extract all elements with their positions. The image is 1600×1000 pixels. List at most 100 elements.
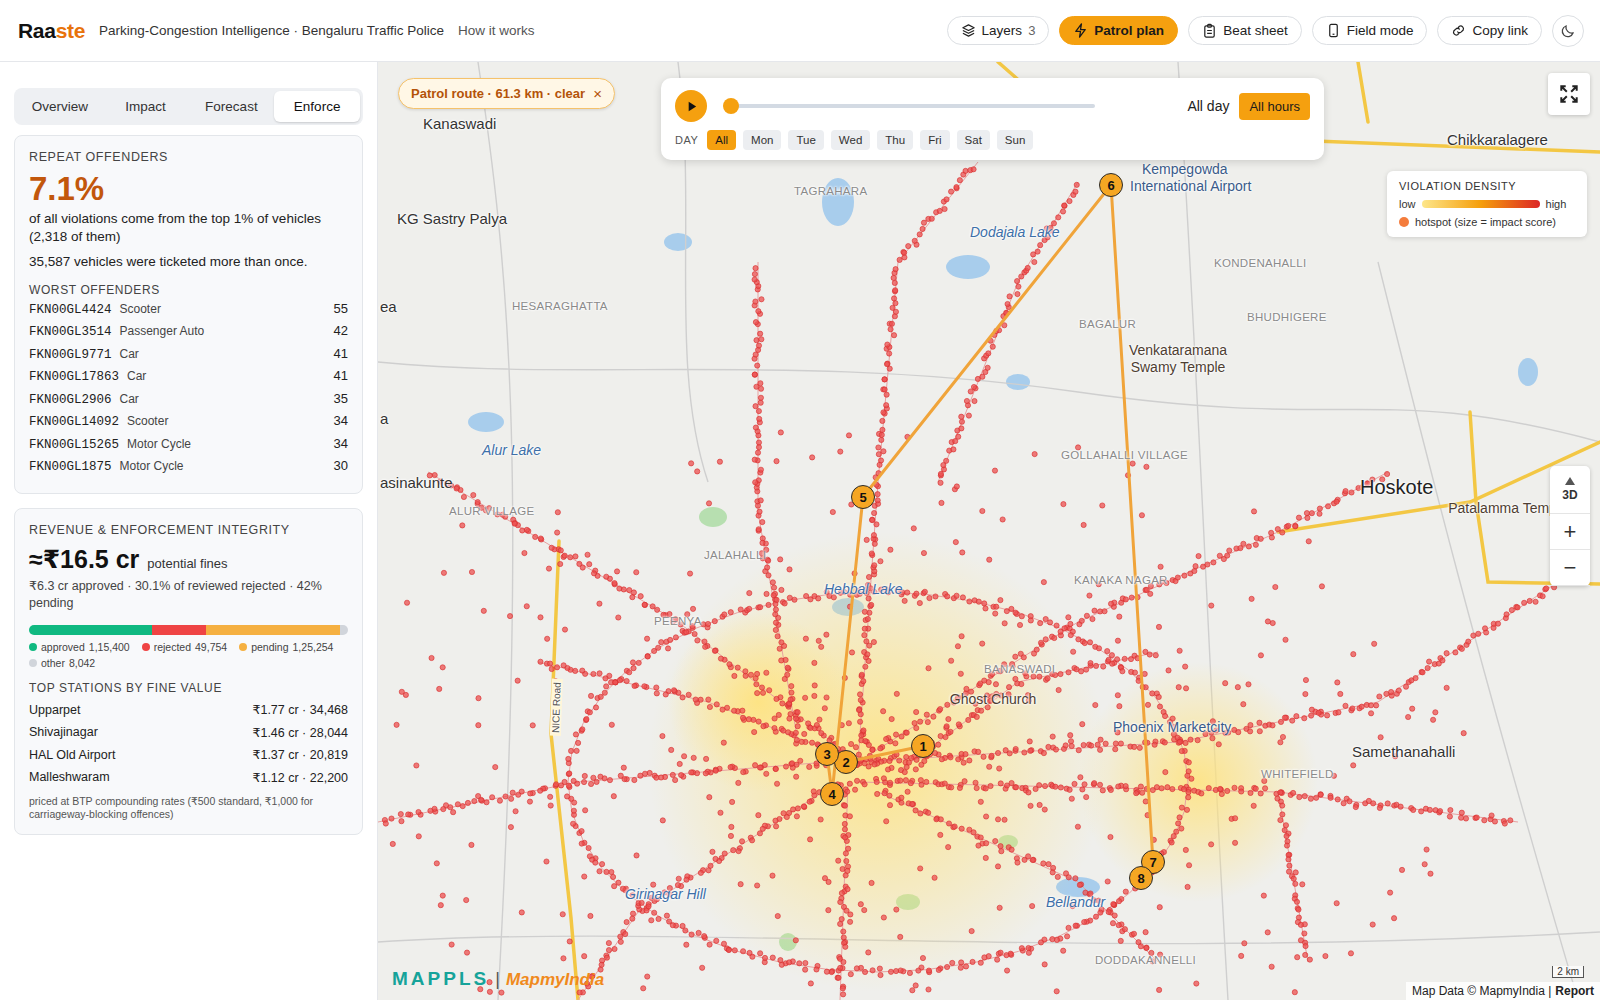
place-label: Kempegowda <box>1142 161 1228 177</box>
how-it-works-link[interactable]: How it works <box>458 23 535 38</box>
legend-dot <box>29 659 37 667</box>
day-chip[interactable]: Sun <box>997 130 1033 150</box>
route-stop[interactable]: 8 <box>1129 866 1153 890</box>
report-link[interactable]: Report <box>1555 984 1594 998</box>
offender-row[interactable]: FKN00GL2906Car35 <box>29 391 348 414</box>
place-label: KANAKA NAGAR <box>1074 574 1168 586</box>
violation-roads <box>378 162 1558 1000</box>
legend-low: low <box>1399 198 1416 210</box>
hotspot-dot <box>1399 217 1409 227</box>
legend-high: high <box>1546 198 1567 210</box>
tab[interactable]: Overview <box>17 91 103 122</box>
lakes <box>468 178 1538 897</box>
station-name: Shivajinagar <box>29 725 98 739</box>
offender-row[interactable]: FKN00GL9771Car41 <box>29 346 348 369</box>
day-chip[interactable]: Wed <box>831 130 870 150</box>
route-stop[interactable]: 3 <box>815 742 839 766</box>
density-gradient <box>1422 200 1540 208</box>
station-row[interactable]: Shivajinagar₹1.46 cr · 28,044 <box>29 721 348 744</box>
day-chip[interactable]: Mon <box>743 130 781 150</box>
station-name: Upparpet <box>29 703 80 717</box>
header-button[interactable]: Field mode <box>1312 16 1428 45</box>
header-button[interactable]: Copy link <box>1437 16 1542 45</box>
route-stop[interactable]: 1 <box>911 734 935 758</box>
vehicle-type: Passenger Auto <box>120 324 205 338</box>
vehicle-type: Scooter <box>120 302 161 316</box>
tab[interactable]: Impact <box>103 91 189 122</box>
place-label: Bellandur <box>1046 894 1105 910</box>
status-segment <box>152 625 205 635</box>
button-label: Patrol plan <box>1094 23 1164 38</box>
3d-button[interactable]: 3D <box>1550 466 1590 514</box>
play-icon <box>684 99 699 114</box>
day-chip[interactable]: Thu <box>877 130 913 150</box>
top-bar: RaasteParking-Congestion Intelligence · … <box>0 0 1600 62</box>
logo[interactable]: Raaste <box>18 19 85 43</box>
day-chip[interactable]: Tue <box>788 130 823 150</box>
vehicle-type: Motor Cycle <box>120 459 184 473</box>
legend-scale: low high <box>1399 198 1575 210</box>
legend-item: pending1,25,254 <box>239 641 333 653</box>
hour-slider[interactable] <box>725 104 1095 108</box>
brand-mappls: MAPPLS <box>392 968 489 990</box>
map[interactable]: KanaswadiKG Sastry PalyaTAGRAHARAKempego… <box>378 62 1600 1000</box>
station-row[interactable]: Upparpet₹1.77 cr · 34,468 <box>29 699 348 722</box>
offender-row[interactable]: FKN00GL4424Scooter55 <box>29 301 348 324</box>
day-chip[interactable]: All <box>707 130 736 150</box>
plate: FKN00GL17863 <box>29 370 119 384</box>
revenue-card: REVENUE & ENFORCEMENT INTEGRITY ≈₹16.5 cr… <box>14 508 363 835</box>
day-chip[interactable]: Sat <box>957 130 990 150</box>
highways <box>551 62 1600 1000</box>
pricing-footnote: priced at BTP compounding rates (₹500 st… <box>29 795 348 822</box>
header-button[interactable]: Beat sheet <box>1188 16 1302 45</box>
theme-toggle[interactable] <box>1552 15 1584 47</box>
fullscreen-button[interactable] <box>1548 73 1590 115</box>
plate: FKN00GL14092 <box>29 415 119 429</box>
station-row[interactable]: HAL Old Airport₹1.37 cr · 20,819 <box>29 744 348 767</box>
patrol-route <box>827 185 1153 878</box>
route-stop[interactable]: 6 <box>1099 173 1123 197</box>
patrol-route-chip[interactable]: Patrol route · 61.3 km · clear× <box>398 78 615 109</box>
legend-hotspot: hotspot (size = impact score) <box>1399 216 1575 228</box>
clipboard-icon <box>1202 23 1217 38</box>
vehicle-type: Car <box>120 347 139 361</box>
clear-route-button[interactable]: × <box>593 85 602 102</box>
offender-row[interactable]: FKN00GL1875Motor Cycle30 <box>29 458 348 481</box>
card-heading: REVENUE & ENFORCEMENT INTEGRITY <box>29 523 348 537</box>
place-label: DODDAKANNELLI <box>1095 954 1196 966</box>
repeat-offenders-card: REPEAT OFFENDERS7.1%of all violations co… <box>14 135 363 494</box>
route-stop[interactable]: 4 <box>820 782 844 806</box>
place-label: KG Sastry Palya <box>397 210 507 227</box>
zoom-out-button[interactable]: − <box>1550 550 1590 586</box>
offender-row[interactable]: FKN00GL3514Passenger Auto42 <box>29 323 348 346</box>
tab[interactable]: Enforce <box>274 91 360 122</box>
all-hours-button[interactable]: All hours <box>1239 93 1310 120</box>
play-button[interactable] <box>675 90 707 122</box>
repeat-share: 7.1% <box>29 170 348 208</box>
place-label: Ghost Church <box>933 691 1053 708</box>
offender-row[interactable]: FKN00GL17863Car41 <box>29 368 348 391</box>
day-chip[interactable]: Fri <box>920 130 949 150</box>
station-value: ₹1.37 cr · 20,819 <box>252 747 348 762</box>
tab-bar: OverviewImpactForecastEnforce <box>14 88 363 125</box>
slider-thumb[interactable] <box>723 98 739 114</box>
header-button[interactable]: Layers3 <box>947 16 1050 45</box>
legend-count: 1,15,400 <box>89 641 130 653</box>
map-controls: 3D+− <box>1550 466 1590 586</box>
offender-row[interactable]: FKN00GL14092Scooter34 <box>29 413 348 436</box>
header-button[interactable]: Patrol plan <box>1059 16 1178 45</box>
stations-heading: TOP STATIONS BY FINE VALUE <box>29 681 348 695</box>
revenue-total: ≈₹16.5 crpotential fines <box>29 545 348 574</box>
button-label: Field mode <box>1347 23 1414 38</box>
ticket-count: 34 <box>334 413 348 428</box>
station-row[interactable]: Malleshwaram₹1.12 cr · 22,200 <box>29 766 348 789</box>
legend-dot <box>239 643 247 651</box>
legend-label: pending <box>251 641 288 653</box>
zoom-in-button[interactable]: + <box>1550 514 1590 550</box>
attribution-text: Map Data © MapmyIndia | <box>1412 984 1551 998</box>
plate: FKN00GL15265 <box>29 438 119 452</box>
tab[interactable]: Forecast <box>189 91 275 122</box>
offender-row[interactable]: FKN00GL15265Motor Cycle34 <box>29 436 348 459</box>
violation-dots <box>382 167 1556 997</box>
route-stop[interactable]: 5 <box>851 485 875 509</box>
